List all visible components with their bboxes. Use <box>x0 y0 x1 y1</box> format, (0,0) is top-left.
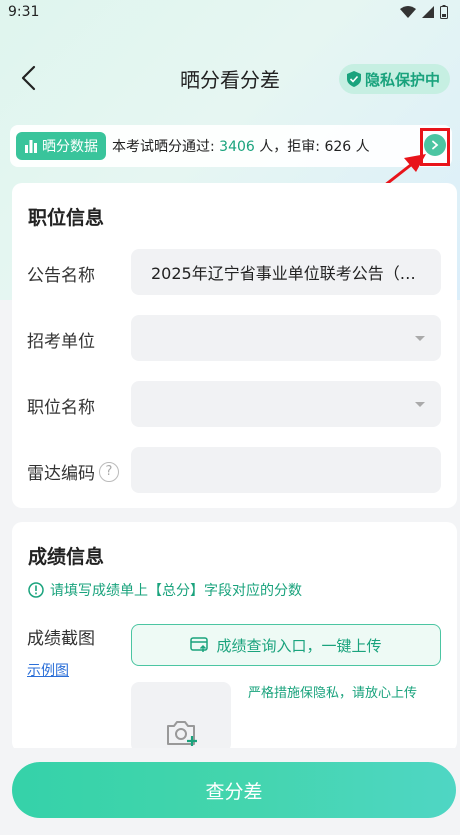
camera-add-icon <box>167 721 197 746</box>
announcement-label: 公告名称 <box>27 266 95 286</box>
radar-code-label-group: 雷达编码 ? <box>27 459 119 484</box>
photo-upload-box[interactable] <box>131 682 231 752</box>
form-row-radar-code: 雷达编码 ? <box>12 447 457 493</box>
score-info-card: 成绩信息 请填写成绩单上【总分】字段对应的分数 成绩截图 示例图 成绩查询入口，… <box>12 522 457 752</box>
form-row-position: 职位名称 <box>12 381 457 427</box>
announcement-select[interactable]: 2025年辽宁省事业单位联考公告（7月5日笔试） <box>131 249 441 295</box>
status-bar: 9:31 <box>0 0 460 24</box>
share-stats-text: 本考试晒分通过: 3406 人，拒审: 626 人 <box>112 136 370 156</box>
bar-chart-icon <box>25 140 37 153</box>
radar-code-input[interactable] <box>131 447 441 493</box>
shield-check-icon <box>346 71 361 87</box>
score-hint-text: 请填写成绩单上【总分】字段对应的分数 <box>50 583 302 599</box>
info-circle-icon <box>28 582 44 598</box>
share-stats-middle: 人，拒审: <box>254 139 325 155</box>
position-name-select[interactable] <box>131 381 441 427</box>
share-data-tag: 晒分数据 <box>16 132 106 160</box>
status-icons <box>400 5 448 19</box>
nav-bar: 晒分看分差 隐私保护中 <box>0 50 460 106</box>
score-query-upload-button[interactable]: 成绩查询入口，一键上传 <box>131 624 441 666</box>
position-name-label: 职位名称 <box>27 398 95 418</box>
wifi-icon <box>400 6 416 18</box>
share-stats-prefix: 本考试晒分通过: <box>112 139 220 155</box>
share-data-tag-label: 晒分数据 <box>42 139 98 155</box>
form-row-announcement: 公告名称 2025年辽宁省事业单位联考公告（7月5日笔试） <box>12 249 457 295</box>
recruiting-unit-label: 招考单位 <box>27 332 95 352</box>
form-row-recruiting-unit: 招考单位 <box>12 315 457 361</box>
battery-icon <box>440 5 448 19</box>
dropdown-arrow-icon <box>415 336 425 341</box>
upload-privacy-note: 严格措施保隐私，请放心上传 <box>248 686 418 701</box>
score-info-title: 成绩信息 <box>28 546 105 568</box>
job-info-card: 职位信息 公告名称 2025年辽宁省事业单位联考公告（7月5日笔试） 招考单位 … <box>12 183 457 508</box>
score-hint: 请填写成绩单上【总分】字段对应的分数 <box>28 580 302 600</box>
score-query-upload-label: 成绩查询入口，一键上传 <box>216 636 382 655</box>
status-time: 9:31 <box>8 4 40 20</box>
privacy-badge[interactable]: 隐私保护中 <box>338 64 450 94</box>
example-image-link[interactable]: 示例图 <box>27 660 69 680</box>
upload-card-icon <box>190 637 209 652</box>
signal-icon <box>422 6 434 18</box>
check-score-gap-button[interactable]: 查分差 <box>12 762 456 818</box>
dropdown-arrow-icon <box>415 402 425 407</box>
passed-count: 3406 <box>219 139 255 155</box>
score-screenshot-label: 成绩截图 <box>27 629 95 649</box>
job-info-title: 职位信息 <box>28 207 105 229</box>
announcement-value: 2025年辽宁省事业单位联考公告（7月5日笔试） <box>151 264 421 283</box>
recruiting-unit-select[interactable] <box>131 315 441 361</box>
help-question-icon[interactable]: ? <box>99 461 119 482</box>
radar-code-label: 雷达编码 <box>27 464 95 484</box>
privacy-badge-label: 隐私保护中 <box>364 70 440 89</box>
